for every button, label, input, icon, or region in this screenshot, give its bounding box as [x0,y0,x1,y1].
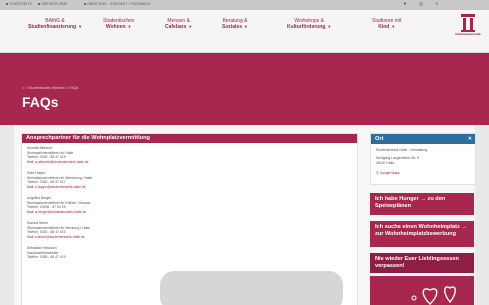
contact-card: Annette Albrecht Wohnplatzvermittlerin f… [27,146,89,164]
menu-icon[interactable]: ≡ [434,2,440,7]
contact-card: Sebastian Heubach Hauptsachbearbeiter Te… [27,246,65,260]
nav-item-line2: Kulturförderung ▼ [287,24,332,30]
topbar-link-kontakt[interactable]: KONTAKT / FEEDBACK [110,2,151,6]
location-line: Wolfgang-Langenbeck-Str. 5 [376,156,419,160]
chevron-down-icon: ▼ [244,24,248,29]
chevron-down-icon: ▼ [188,24,193,29]
page-hero: ⌂ > Studentisches Wohnen > FAQs FAQs [0,53,489,125]
main-navigation: BAföG & Studienfinanzierung ▼ Studentisch… [0,10,489,53]
nav-item-kind[interactable]: Studieren mit Kind ▼ [372,18,401,30]
close-icon[interactable]: ✕ [468,134,472,144]
contact-mail-link[interactable]: Mail: s.hoppe@studentenwerk-halle.de [27,185,92,190]
topbar-link-speiseplaene[interactable]: ■SPEISEPLÄNE [38,2,67,6]
page-title: FAQs [22,94,59,110]
location-line: Studentenwerk Halle - Verwaltung [376,148,428,152]
nav-item-line2: Wohnen ▼ [105,24,132,30]
nav-item-line2: Soziales ▼ [222,24,248,30]
chevron-down-icon: ▼ [127,24,132,29]
topbar-link-ueber-uns[interactable]: ■ÜBER UNS [84,2,107,6]
contacts-heading: Ansprechpartner für die Wohnplatzvermitt… [22,134,357,143]
user-icon[interactable]: ● [402,2,408,7]
google-maps-link[interactable]: ⚲ Google Maps [376,171,400,175]
logo-text: Studentenwerk Halle [455,33,481,36]
location-heading: Ort ✕ [371,134,475,144]
contact-mail-link[interactable]: Mail: a.berger@studentenwerk-halle.de [27,210,90,215]
cta-speiseplaene[interactable]: Ich habe Hunger → zu den Speiseplänen [370,193,474,215]
breadcrumb[interactable]: ⌂ > Studentisches Wohnen > FAQs [22,86,78,90]
nav-item-workshops[interactable]: Workshops & Kulturförderung ▼ [287,18,331,30]
nav-item-line2: Studienfinanzierung ▼ [28,24,83,30]
nav-item-wohnen[interactable]: Studentisches Wohnen ▼ [103,18,134,30]
topbar-link-startseite[interactable]: ■STARTSEITE [6,2,32,6]
nav-item-line2: Cafebars ▼ [165,24,193,30]
contact-mail-link[interactable]: Mail: a.albrecht@studentenwerk-halle.de [27,160,89,165]
contact-card: Angelika Berger Wohnplatzvermittlerin fü… [27,196,90,214]
chevron-down-icon: ▼ [327,24,332,29]
cta-wohnheimplatz[interactable]: Ich suche einen Wohnheimplatz → zur Wohn… [370,221,474,247]
nav-item-mensen[interactable]: Mensen & Cafebars ▼ [165,18,192,30]
logo-mark-icon [461,14,475,32]
cta-lieblingsessen[interactable]: Nie wieder Euer Lieblingsessen verpassen… [370,253,474,273]
promo-image [370,276,474,305]
contact-card: Silke Hoppe Wohnplatzvermittlerin für Me… [27,171,92,189]
location-line: 06120 Halle [376,161,395,165]
nav-item-bafoeg[interactable]: BAföG & Studienfinanzierung ▼ [28,18,82,30]
contact-mail-link[interactable]: Mail: s.sturm@studentenwerk-halle.de [27,235,90,240]
page: ■STARTSEITE ■SPEISEPLÄNE ■ÜBER UNS KONTA… [0,0,489,305]
contact-phone: Telefon: 0345 - 68 47 419 [27,255,66,260]
chevron-down-icon: ▼ [391,24,396,29]
nav-item-beratung[interactable]: Beratung & Soziales ▼ [222,18,248,30]
location-box: Ort ✕ Studentenwerk Halle - Verwaltung W… [370,133,476,185]
contact-card: Sandra Sturm Wohnplatzvermittlerin für B… [27,221,90,239]
chevron-down-icon: ▼ [78,24,83,29]
scroll-overlay [160,271,343,305]
cart-icon[interactable]: ◎ [418,2,424,7]
heart-icon [411,286,456,305]
nav-item-line2: Kind ▼ [378,24,396,30]
studentenwerk-logo[interactable]: Studentenwerk Halle [451,14,485,50]
